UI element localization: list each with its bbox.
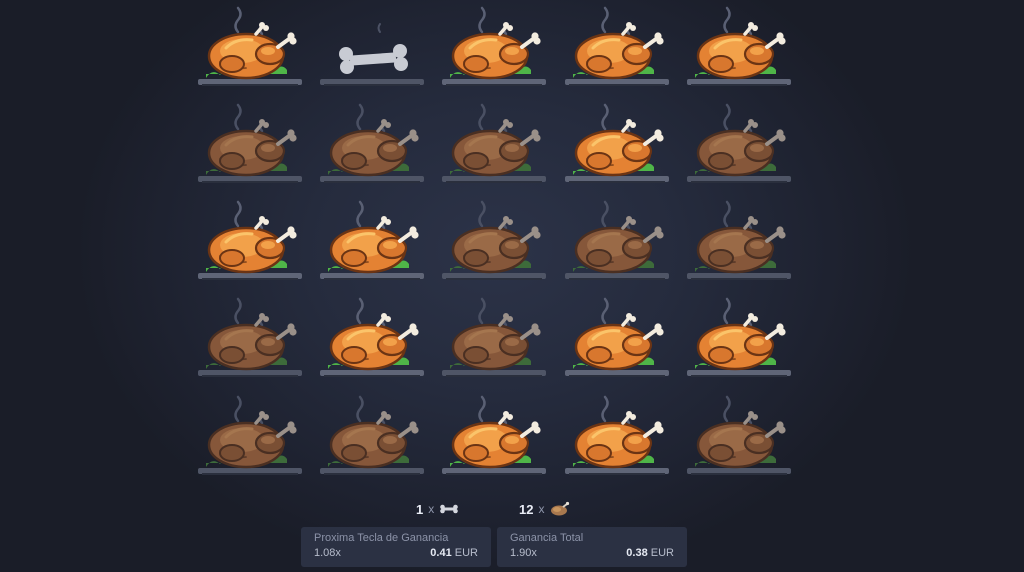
roast-chicken-icon <box>198 395 302 475</box>
roast-chicken-icon <box>565 297 669 377</box>
roast-chicken-icon <box>198 200 302 280</box>
chicken-counter: 12 x <box>519 500 571 518</box>
roast-chicken-icon <box>687 103 791 183</box>
total-win-amount: 0.38 <box>626 547 648 559</box>
roast-chicken-icon <box>320 395 424 475</box>
tile-r3-c1[interactable] <box>196 198 304 288</box>
bone-count: 1 <box>416 501 424 517</box>
tile-r4-c5[interactable] <box>685 295 793 385</box>
tile-r2-c4[interactable] <box>563 101 671 191</box>
next-win-currency: EUR <box>454 547 478 559</box>
total-win-panel: Ganancia Total 1.90x 0.38 EUR <box>497 527 687 567</box>
tile-r2-c1[interactable] <box>196 101 304 191</box>
tile-r2-c3[interactable] <box>440 101 548 191</box>
roast-chicken-icon <box>198 297 302 377</box>
roast-chicken-icon <box>198 103 302 183</box>
tile-r5-c5[interactable] <box>685 393 793 483</box>
tile-r3-c2[interactable] <box>318 198 426 288</box>
roast-chicken-icon <box>687 297 791 377</box>
total-win-multiplier: 1.90x <box>510 547 537 559</box>
total-win-title: Ganancia Total <box>510 532 584 544</box>
tile-r4-c3[interactable] <box>440 295 548 385</box>
tile-r1-c1[interactable] <box>196 4 304 94</box>
total-win-currency: EUR <box>650 547 674 559</box>
tile-r3-c3[interactable] <box>440 198 548 288</box>
tile-r3-c5[interactable] <box>685 198 793 288</box>
tile-r1-c4[interactable] <box>563 4 671 94</box>
tile-r4-c4[interactable] <box>563 295 671 385</box>
roast-chicken-icon <box>565 6 669 86</box>
chicken-times: x <box>538 502 545 516</box>
roast-chicken-icon <box>320 297 424 377</box>
next-win-title: Proxima Tecla de Ganancia <box>314 532 449 544</box>
roast-chicken-icon <box>565 103 669 183</box>
roast-chicken-icon <box>565 200 669 280</box>
roast-chicken-icon <box>687 6 791 86</box>
tile-r1-c5[interactable] <box>685 4 793 94</box>
tile-r4-c2[interactable] <box>318 295 426 385</box>
tile-r5-c2[interactable] <box>318 393 426 483</box>
chicken-icon <box>551 501 570 516</box>
roast-chicken-icon <box>320 200 424 280</box>
next-win-panel: Proxima Tecla de Ganancia 1.08x 0.41 EUR <box>301 527 491 567</box>
tile-r1-c2[interactable] <box>318 4 426 94</box>
roast-chicken-icon <box>442 395 546 475</box>
tile-r5-c4[interactable] <box>563 393 671 483</box>
tile-r2-c5[interactable] <box>685 101 793 191</box>
tile-grid <box>0 0 1024 500</box>
bone-icon <box>440 504 459 514</box>
tile-r5-c3[interactable] <box>440 393 548 483</box>
bone-times: x <box>428 502 435 516</box>
tile-r4-c1[interactable] <box>196 295 304 385</box>
chicken-count: 12 <box>519 501 534 517</box>
tile-r1-c3[interactable] <box>440 4 548 94</box>
roast-chicken-icon <box>687 395 791 475</box>
roast-chicken-icon <box>198 6 302 86</box>
game-stage: 1 x 12 x Proxima Tecla de Ganancia 1.08x… <box>0 0 1024 572</box>
roast-chicken-icon <box>442 103 546 183</box>
tile-r5-c1[interactable] <box>196 393 304 483</box>
next-win-multiplier: 1.08x <box>314 547 341 559</box>
roast-chicken-icon <box>442 297 546 377</box>
tile-r2-c2[interactable] <box>318 101 426 191</box>
tile-r3-c4[interactable] <box>563 198 671 288</box>
roast-chicken-icon <box>442 200 546 280</box>
roast-chicken-icon <box>442 6 546 86</box>
bone-icon <box>320 23 424 86</box>
roast-chicken-icon <box>565 395 669 475</box>
roast-chicken-icon <box>687 200 791 280</box>
bone-counter: 1 x <box>416 500 459 518</box>
roast-chicken-icon <box>320 103 424 183</box>
next-win-amount: 0.41 <box>430 547 452 559</box>
